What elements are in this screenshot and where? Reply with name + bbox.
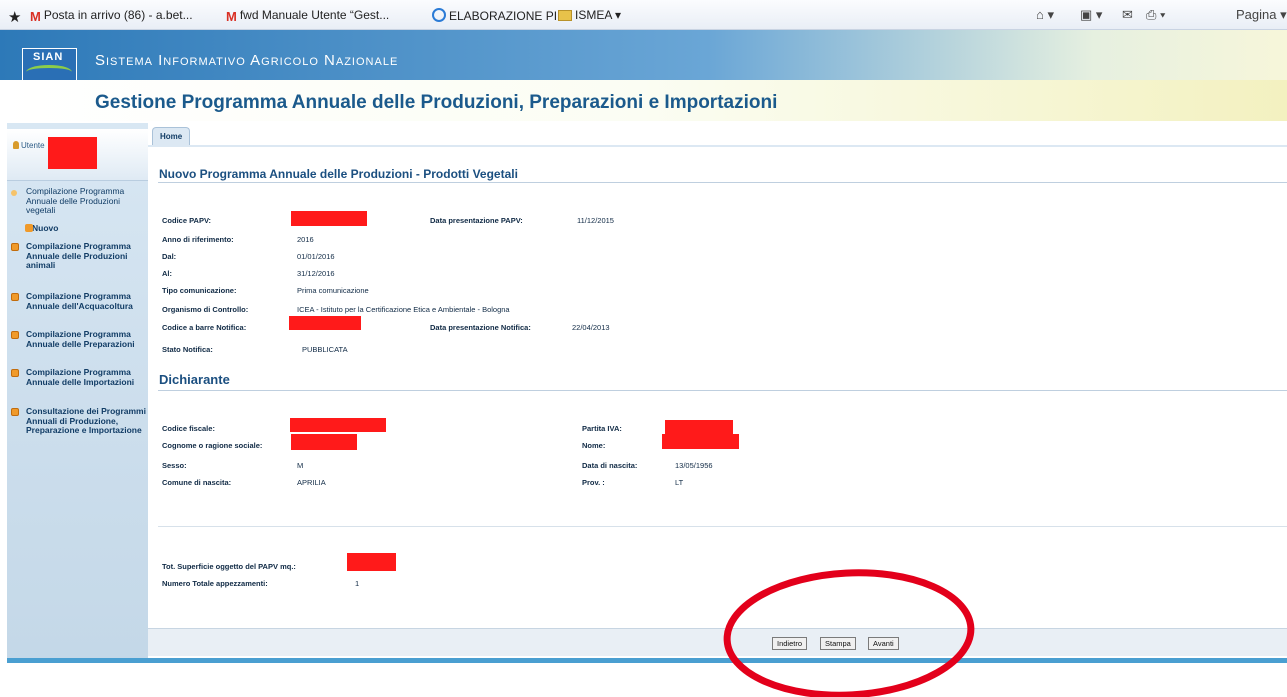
sian-logo: SIAN: [22, 48, 77, 84]
sidebar-item-preparazioni[interactable]: Compilazione Programma Annuale delle Pre…: [7, 329, 148, 360]
plus-icon: [11, 331, 19, 339]
sidebar-item-consultazione[interactable]: Consultazione dei Programmi Annuali di P…: [7, 406, 148, 459]
label-sesso: Sesso:: [162, 461, 187, 470]
user-icon: [13, 141, 19, 149]
logo-wave-icon: [26, 65, 72, 79]
plus-icon: [11, 293, 19, 301]
favorite-ismea-folder[interactable]: ISMEA ▾: [558, 8, 621, 22]
value-numero-appezzamenti: 1: [355, 579, 360, 588]
plus-icon: [11, 243, 19, 251]
label-organismo-controllo: Organismo di Controllo:: [162, 305, 249, 314]
label-codice-fiscale: Codice fiscale:: [162, 424, 215, 433]
tab-divider: [148, 145, 1287, 147]
value-data-nascita: 13/05/1956: [675, 461, 713, 470]
divider: [158, 182, 1287, 183]
avanti-button[interactable]: Avanti: [868, 637, 899, 650]
tab-home[interactable]: Home: [152, 127, 191, 145]
label-tipo-comunicazione: Tipo comunicazione:: [162, 286, 237, 295]
value-dal: 01/01/2016: [297, 252, 335, 261]
sidebar-item-produzioni-animali[interactable]: Compilazione Programma Annuale delle Pro…: [7, 241, 148, 282]
label-data-presentazione-papv: Data presentazione PAPV:: [430, 216, 523, 225]
print-icon[interactable]: ⎙ ▾: [1146, 7, 1165, 23]
value-anno-riferimento: 2016: [297, 235, 314, 244]
label-numero-appezzamenti: Numero Totale appezzamenti:: [162, 579, 268, 588]
site-header: SIAN Sistema Informativo Agricolo Nazion…: [0, 30, 1287, 121]
user-label: Utente: [21, 141, 45, 150]
home-icon[interactable]: ⌂ ▾: [1036, 7, 1054, 23]
arrow-bullet-icon: [11, 190, 17, 196]
nuovo-icon: [25, 224, 33, 232]
redacted-cognome: [291, 434, 357, 450]
label-dal: Dal:: [162, 252, 177, 261]
favorite-fwd-manuale[interactable]: Mfwd Manuale Utente “Gest...: [226, 8, 389, 24]
rss-feed-icon[interactable]: ▣ ▾: [1080, 7, 1102, 23]
label-nome: Nome:: [582, 441, 606, 450]
label-comune-nascita: Comune di nascita:: [162, 478, 232, 487]
label-anno-riferimento: Anno di riferimento:: [162, 235, 234, 244]
stampa-button[interactable]: Stampa: [820, 637, 856, 650]
redacted-codice-barre: [289, 316, 361, 330]
sidebar-item-produzioni-vegetali[interactable]: Compilazione Programma Annuale delle Pro…: [7, 186, 148, 229]
sidebar-item-nuovo[interactable]: Nuovo: [25, 223, 58, 234]
section-title-programma: Nuovo Programma Annuale delle Produzioni…: [159, 167, 518, 181]
redacted-codice-papv: [291, 211, 367, 226]
redacted-codice-fiscale: [290, 418, 386, 432]
user-box: Utente: [7, 129, 148, 181]
mail-icon[interactable]: ✉: [1122, 7, 1133, 23]
folder-icon: [558, 10, 572, 21]
value-prov: LT: [675, 478, 684, 487]
redacted-nome: [662, 434, 739, 449]
gmail-icon: M: [226, 9, 237, 24]
label-al: Al:: [162, 269, 172, 278]
label-data-presentazione-notifica: Data presentazione Notifica:: [430, 323, 531, 332]
main-content: Home Nuovo Programma Annuale delle Produ…: [148, 123, 1287, 658]
gmail-icon: M: [30, 9, 41, 24]
label-prov: Prov. :: [582, 478, 605, 487]
label-data-nascita: Data di nascita:: [582, 461, 638, 470]
bottom-divider: [7, 658, 1287, 663]
label-cognome: Cognome o ragione sociale:: [162, 441, 263, 450]
label-codice-barre-notifica: Codice a barre Notifica:: [162, 323, 247, 332]
label-codice-papv: Codice PAPV:: [162, 216, 212, 225]
page-title: Gestione Programma Annuale delle Produzi…: [95, 92, 778, 113]
section-title-dichiarante: Dichiarante: [159, 372, 230, 387]
plus-icon: [11, 369, 19, 377]
plus-icon: [11, 408, 19, 416]
label-partita-iva: Partita IVA:: [582, 424, 622, 433]
value-tipo-comunicazione: Prima comunicazione: [297, 286, 369, 295]
value-comune-nascita: APRILIA: [297, 478, 326, 487]
label-stato-notifica: Stato Notifica:: [162, 345, 213, 354]
sidebar-item-importazioni[interactable]: Compilazione Programma Annuale delle Imp…: [7, 367, 148, 398]
value-data-presentazione-notifica: 22/04/2013: [572, 323, 610, 332]
divider: [158, 526, 1287, 527]
value-organismo-controllo: ICEA - Istituto per la Certificazione Et…: [297, 305, 510, 314]
value-data-presentazione-papv: 11/12/2015: [577, 216, 614, 225]
sidebar: Utente Compilazione Programma Annuale de…: [7, 123, 148, 658]
redacted-superficie: [347, 553, 396, 571]
favorite-elaborazione[interactable]: ELABORAZIONE PI: [432, 8, 557, 23]
system-name: Sistema Informativo Agricolo Nazionale: [95, 52, 399, 69]
pagina-menu[interactable]: Pagina ▾: [1236, 7, 1287, 23]
favorites-star-icon[interactable]: ★: [8, 8, 21, 26]
favorite-gmail-inbox[interactable]: M Posta in arrivo (86) - a.bet...: [30, 8, 193, 24]
label-tot-superficie: Tot. Superficie oggetto del PAPV mq.:: [162, 562, 296, 571]
sidebar-item-acquacoltura[interactable]: Compilazione Programma Annuale dell'Acqu…: [7, 291, 148, 322]
value-sesso: M: [297, 461, 304, 470]
ie-page-icon: [432, 8, 446, 22]
favorites-bar: ★ M Posta in arrivo (86) - a.bet... Mfwd …: [0, 0, 1287, 30]
divider: [158, 390, 1287, 391]
indietro-button[interactable]: Indietro: [772, 637, 808, 650]
button-bar: Indietro Stampa Avanti: [148, 628, 1287, 656]
value-stato-notifica: PUBBLICATA: [302, 345, 348, 354]
value-al: 31/12/2016: [297, 269, 335, 278]
redacted-user-name: [48, 137, 97, 169]
